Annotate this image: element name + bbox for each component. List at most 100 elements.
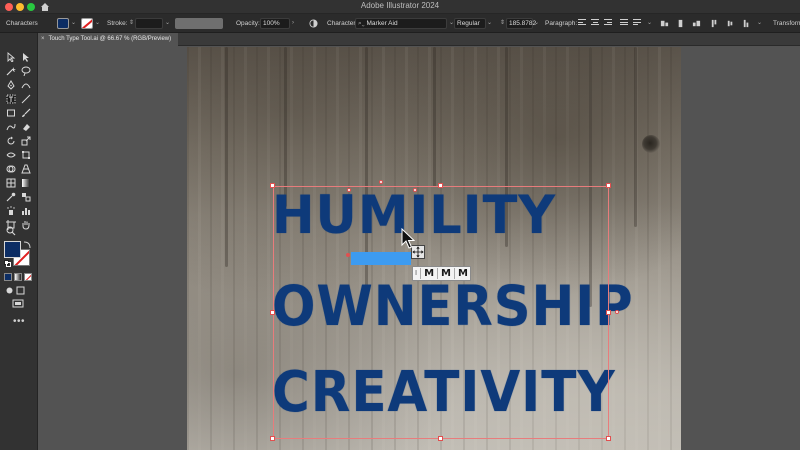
screen-mode-icon[interactable] (12, 299, 24, 309)
bbox-handle-right[interactable] (606, 310, 611, 315)
align-bottom-objects-icon[interactable] (742, 19, 751, 28)
draw-normal-icon[interactable] (5, 286, 14, 295)
align-right-icon[interactable] (604, 19, 612, 27)
fill-color-box[interactable] (4, 241, 21, 258)
column-graph-tool-icon[interactable] (21, 206, 31, 216)
fill-dropdown-icon[interactable]: ⌄ (71, 14, 76, 33)
rectangle-tool-icon[interactable] (6, 108, 16, 118)
align-left-icon[interactable] (578, 19, 586, 27)
variable-width-profile[interactable] (175, 18, 223, 29)
font-size-field[interactable]: 185.8782 (506, 18, 536, 29)
blend-tool-icon[interactable] (21, 192, 31, 202)
concrete-stain (225, 47, 228, 267)
glyph-separator (453, 268, 455, 279)
paintbrush-tool-icon[interactable] (21, 108, 31, 118)
gradient-tool-icon[interactable] (21, 178, 31, 188)
font-family-field[interactable]: ⌕⌄ Marker Aid (355, 18, 447, 29)
justify-all-icon[interactable] (633, 19, 641, 27)
mesh-tool-icon[interactable] (6, 178, 16, 188)
stroke-weight-stepper[interactable]: ⇕ (129, 14, 134, 33)
scale-tool-icon[interactable] (21, 136, 31, 146)
align-dropdown-icon[interactable]: ⌄ (757, 14, 762, 33)
character-label[interactable]: Character: (327, 14, 357, 33)
opacity-field[interactable]: 100% (260, 18, 290, 29)
glyph-anchor-point[interactable] (346, 253, 350, 257)
magic-wand-tool-icon[interactable] (6, 66, 16, 76)
align-middle-objects-icon[interactable] (726, 19, 735, 28)
recolor-icon[interactable] (309, 19, 318, 28)
bbox-handle-top-right[interactable] (606, 183, 611, 188)
pen-tool-icon[interactable] (6, 80, 16, 90)
eyedropper-tool-icon[interactable] (6, 192, 16, 202)
bbox-handle-top[interactable] (438, 183, 443, 188)
control-bar: Characters ⌄ ⌄ Stroke: ⇕ ⌄ Opacity: 100%… (0, 14, 800, 33)
eraser-tool-icon[interactable] (21, 122, 31, 132)
direct-selection-tool-icon[interactable] (21, 52, 31, 62)
zoom-tool-icon[interactable] (6, 226, 16, 236)
title-bar: Adobe Illustrator 2024 (0, 0, 800, 14)
align-center-icon[interactable] (591, 19, 599, 27)
hand-tool-icon[interactable] (21, 220, 31, 230)
width-tool-icon[interactable] (6, 150, 16, 160)
document-tab-bar: × Touch Type Tool.ai @ 66.67 % (RGB/Previ… (38, 33, 800, 46)
selection-tool-icon[interactable] (6, 52, 16, 62)
font-size-stepper[interactable]: ⇕ (500, 14, 505, 33)
artboard[interactable]: HUMILITY OWNERSHIP CREATIVITY (187, 47, 681, 450)
swap-fill-stroke-icon[interactable] (23, 241, 31, 249)
shaper-tool-icon[interactable] (6, 122, 16, 132)
glyph-handle[interactable] (413, 188, 417, 192)
edit-toolbar-icon[interactable]: ••• (13, 316, 25, 327)
touch-type-tool-icon[interactable] (6, 94, 16, 104)
line-segment-tool-icon[interactable] (21, 94, 31, 104)
align-center-objects-icon[interactable] (676, 19, 685, 28)
paragraph-dropdown-icon[interactable]: ⌄ (647, 14, 652, 33)
stroke-weight-field[interactable] (135, 18, 163, 29)
fill-color-swatch[interactable] (57, 18, 69, 29)
font-size-dropdown-icon[interactable]: ⌄ (534, 14, 539, 33)
align-top-objects-icon[interactable] (710, 19, 719, 28)
shape-builder-tool-icon[interactable] (6, 164, 16, 174)
glyph-option-2[interactable]: M (422, 267, 436, 280)
paragraph-label[interactable]: Paragraph: (545, 14, 577, 33)
rotate-tool-icon[interactable] (6, 136, 16, 146)
font-style-field[interactable]: Regular (454, 18, 486, 29)
glyph-option-1[interactable]: I (413, 267, 419, 280)
stroke-dropdown-icon[interactable]: ⌄ (95, 14, 100, 33)
symbol-sprayer-tool-icon[interactable] (6, 206, 16, 216)
draw-behind-icon[interactable] (16, 286, 25, 295)
font-search-icon: ⌕⌄ (358, 20, 367, 27)
artwork-line-3[interactable]: CREATIVITY (272, 360, 616, 425)
font-style-dropdown-icon[interactable]: ⌄ (487, 14, 492, 33)
bbox-handle-bottom-right[interactable] (606, 436, 611, 441)
artwork-line-2[interactable]: OWNERSHIP (272, 274, 634, 338)
document-tab[interactable]: × Touch Type Tool.ai @ 66.67 % (RGB/Previ… (38, 33, 178, 46)
rotate-handle-icon[interactable] (379, 180, 383, 184)
glyph-selection-highlight (351, 252, 411, 265)
bbox-handle-bottom-left[interactable] (270, 436, 275, 441)
perspective-grid-tool-icon[interactable] (21, 164, 31, 174)
panel-label: Characters (6, 20, 38, 27)
bbox-handle-top-left[interactable] (270, 183, 275, 188)
bbox-handle-left[interactable] (270, 310, 275, 315)
align-right-objects-icon[interactable] (692, 19, 701, 28)
concrete-stain (433, 47, 436, 187)
glyph-handle[interactable] (347, 188, 351, 192)
color-mode-icon[interactable] (4, 273, 12, 281)
transform-link[interactable]: Transform (773, 14, 800, 33)
free-transform-tool-icon[interactable] (21, 150, 31, 160)
curvature-tool-icon[interactable] (21, 80, 31, 90)
glyph-option-4[interactable]: M (456, 267, 470, 280)
justify-icon[interactable] (620, 19, 628, 27)
opacity-arrow-icon[interactable]: › (292, 14, 294, 33)
default-fill-stroke-icon[interactable] (4, 260, 11, 267)
stroke-color-swatch[interactable] (81, 18, 93, 29)
lasso-tool-icon[interactable] (21, 66, 31, 76)
glyph-handle[interactable] (615, 310, 619, 314)
none-mode-icon[interactable] (24, 273, 32, 281)
glyph-option-3[interactable]: M (439, 267, 453, 280)
bbox-handle-bottom[interactable] (438, 436, 443, 441)
stroke-weight-dropdown-icon[interactable]: ⌄ (165, 14, 170, 33)
align-left-objects-icon[interactable] (660, 19, 669, 28)
close-tab-icon[interactable]: × (41, 36, 45, 42)
gradient-mode-icon[interactable] (14, 273, 22, 281)
